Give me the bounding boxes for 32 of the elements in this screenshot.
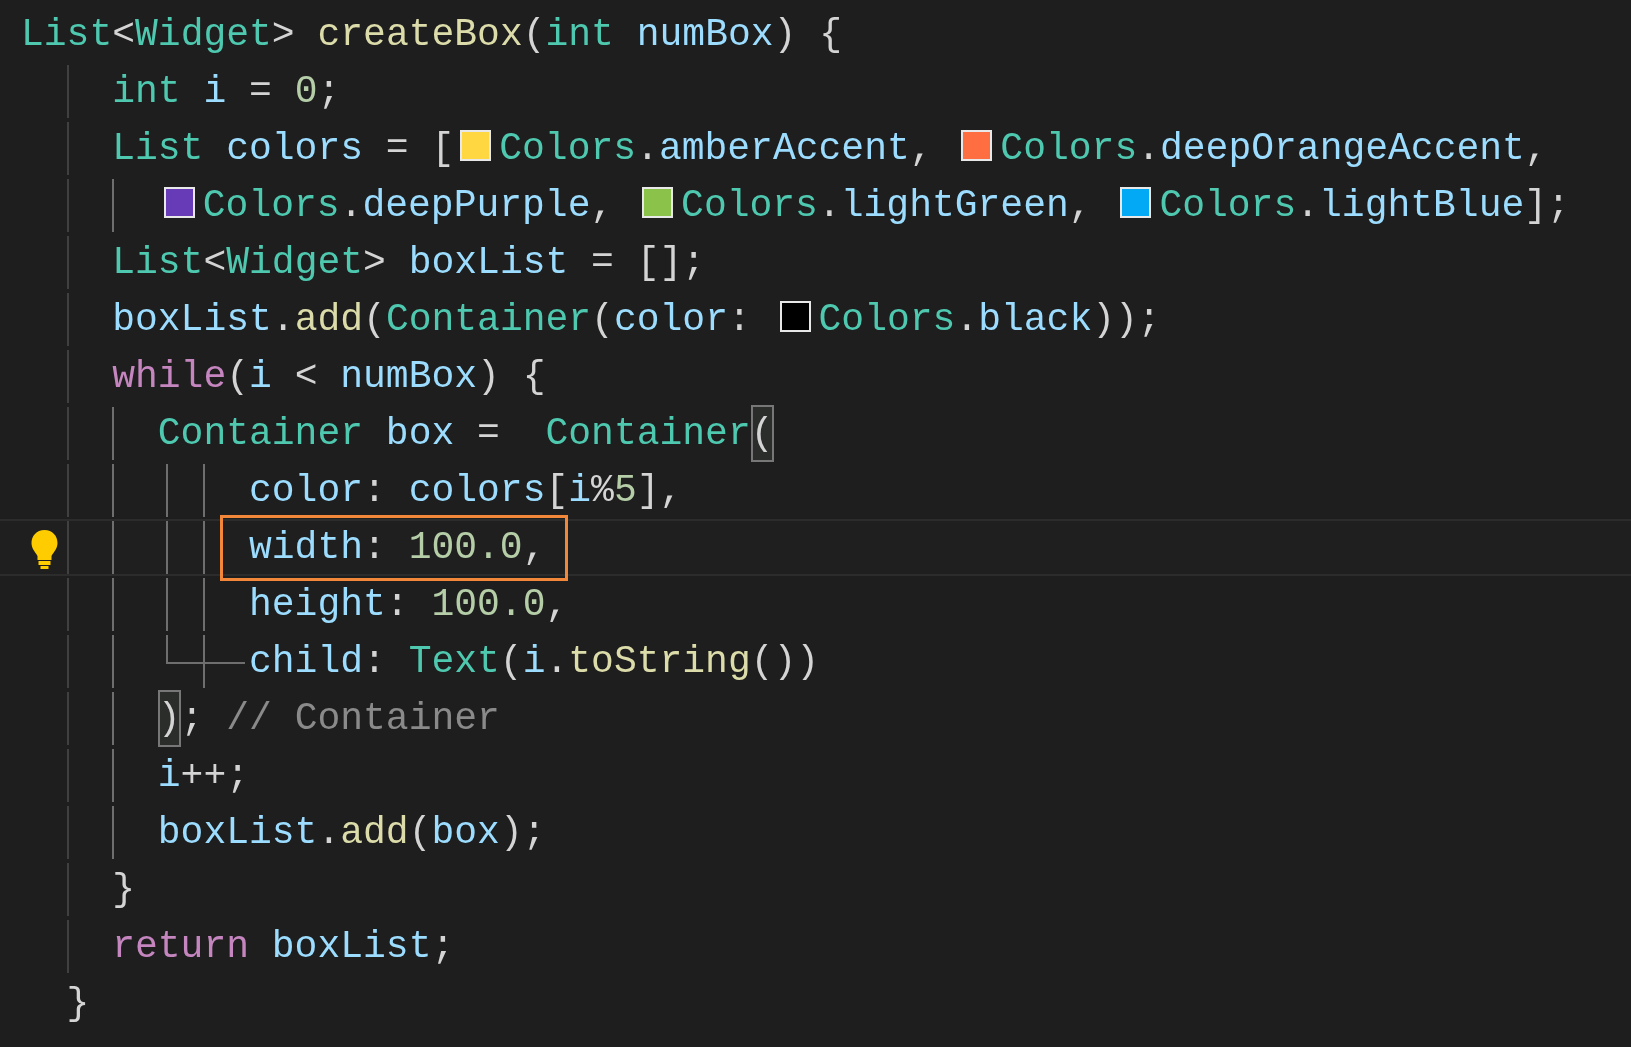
code-text: height: 100.0, (249, 582, 569, 628)
code-text: List<Widget> boxList = []; (112, 240, 706, 286)
code-text: child: Text(i.toString()) (249, 639, 820, 685)
code-text: Colors.black)); (818, 297, 1161, 343)
lightbulb-icon[interactable] (29, 528, 60, 570)
code-text: Colors.deepPurple, (202, 183, 615, 229)
code-text: ; // Container (180, 696, 500, 742)
color-swatch-icon[interactable] (163, 187, 195, 218)
code-text: int i = 0; (112, 69, 341, 115)
code-text: List<Widget> createBox(int numBox) { (21, 12, 842, 58)
color-swatch-icon[interactable] (1120, 187, 1152, 218)
code-text: i++; (157, 753, 250, 799)
color-swatch-icon[interactable] (779, 301, 811, 332)
code-text: List colors = [ (112, 126, 455, 172)
code-text: Container box = Container (157, 411, 751, 457)
matched-bracket: ) (157, 690, 181, 747)
code-text: Colors.amberAccent, (499, 126, 934, 172)
color-swatch-icon[interactable] (642, 187, 674, 218)
code-text: while(i < numBox) { (112, 354, 546, 400)
code-text: } (112, 867, 135, 913)
color-swatch-icon[interactable] (460, 130, 492, 161)
matched-bracket: ( (750, 405, 774, 462)
code-text: Colors.deepOrangeAccent, (1000, 126, 1548, 172)
code-text: Colors.lightGreen, (681, 183, 1093, 229)
code-text: } (66, 981, 90, 1027)
code-text: Colors.lightBlue]; (1159, 183, 1570, 229)
code-text: color: colors[i%5], (249, 468, 683, 514)
code-text: width: 100.0, (249, 525, 546, 569)
code-text: return boxList; (112, 924, 455, 970)
code-text: boxList.add(box); (157, 810, 546, 856)
code-text: boxList.add(Container(color: (112, 297, 752, 343)
color-swatch-icon[interactable] (961, 130, 993, 161)
